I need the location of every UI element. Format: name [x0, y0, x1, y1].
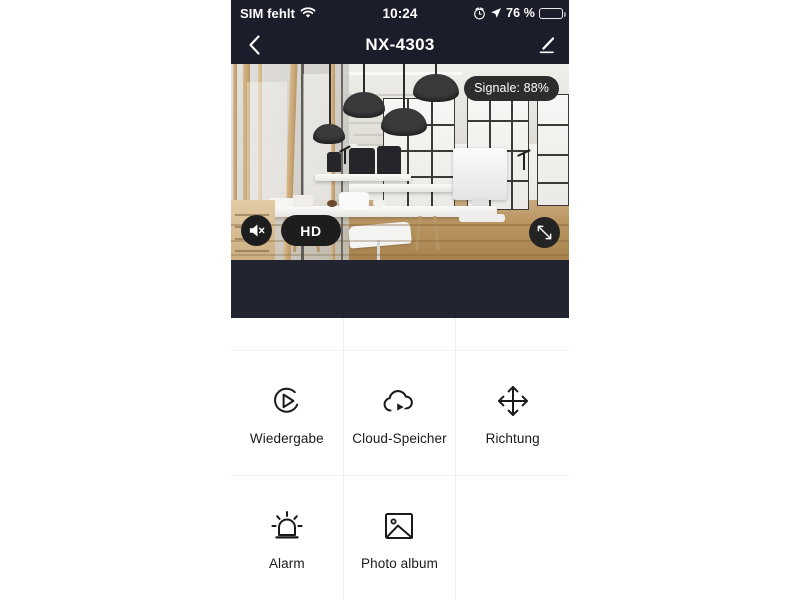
feature-wiedergabe[interactable]: Wiedergabe: [231, 351, 344, 476]
feature-alarm[interactable]: Alarm: [231, 476, 344, 600]
feature-photo-album[interactable]: Photo album: [343, 476, 457, 600]
status-bar: SIM fehlt 10:24 76 %: [231, 0, 569, 26]
nav-bar: NX-4303: [231, 26, 569, 64]
grid-row-2: Alarm Photo album: [231, 476, 569, 600]
grid-cell-empty: [231, 318, 344, 351]
feature-label: Alarm: [268, 555, 305, 571]
status-bar-right: 76 %: [473, 6, 566, 20]
screenshot-root: SIM fehlt 10:24 76 % NX-4303 Signale: 88…: [0, 0, 800, 600]
video-quality-label: HD: [300, 222, 322, 239]
feature-label: Cloud-Speicher: [352, 430, 447, 446]
grid-cell-empty: [456, 318, 569, 351]
video-letterbox: [231, 260, 569, 318]
feature-grid: Wiedergabe Cloud-Speicher Richtung Alarm…: [231, 318, 569, 600]
location-arrow-icon: [491, 8, 502, 18]
cloud-play-icon: [379, 381, 419, 421]
battery-icon: [539, 7, 566, 19]
battery-percent-label: 76 %: [506, 6, 535, 20]
live-video-player[interactable]: Signale: 88% HD: [231, 64, 569, 318]
grid-cell-empty: [456, 476, 569, 600]
photo-image-icon: [379, 506, 419, 546]
grid-row-1: Wiedergabe Cloud-Speicher Richtung: [231, 351, 569, 476]
signal-strength-badge: Signale: 88%: [464, 76, 559, 101]
alarm-siren-icon: [267, 506, 307, 546]
alarm-clock-icon: [474, 6, 485, 19]
four-way-arrows-icon: [493, 381, 533, 421]
feature-label: Wiedergabe: [249, 430, 324, 446]
speaker-mute-icon: [249, 224, 265, 237]
grid-cell-empty: [343, 318, 457, 351]
grid-spacer-row: [231, 318, 569, 351]
feature-label: Richtung: [485, 430, 540, 446]
feature-cloud-speicher[interactable]: Cloud-Speicher: [343, 351, 457, 476]
feature-richtung[interactable]: Richtung: [456, 351, 569, 476]
pencil-edit-icon: [539, 36, 554, 53]
fullscreen-expand-icon: [537, 225, 552, 240]
edit-button[interactable]: [535, 34, 557, 56]
feature-label: Photo album: [361, 555, 438, 571]
fullscreen-button[interactable]: [529, 217, 560, 248]
page-title: NX-4303: [365, 35, 435, 54]
mute-button[interactable]: [241, 215, 272, 246]
playback-circle-icon: [267, 381, 307, 421]
phone-screen: SIM fehlt 10:24 76 % NX-4303 Signale: 88…: [231, 0, 569, 600]
video-quality-button[interactable]: HD: [281, 215, 341, 246]
